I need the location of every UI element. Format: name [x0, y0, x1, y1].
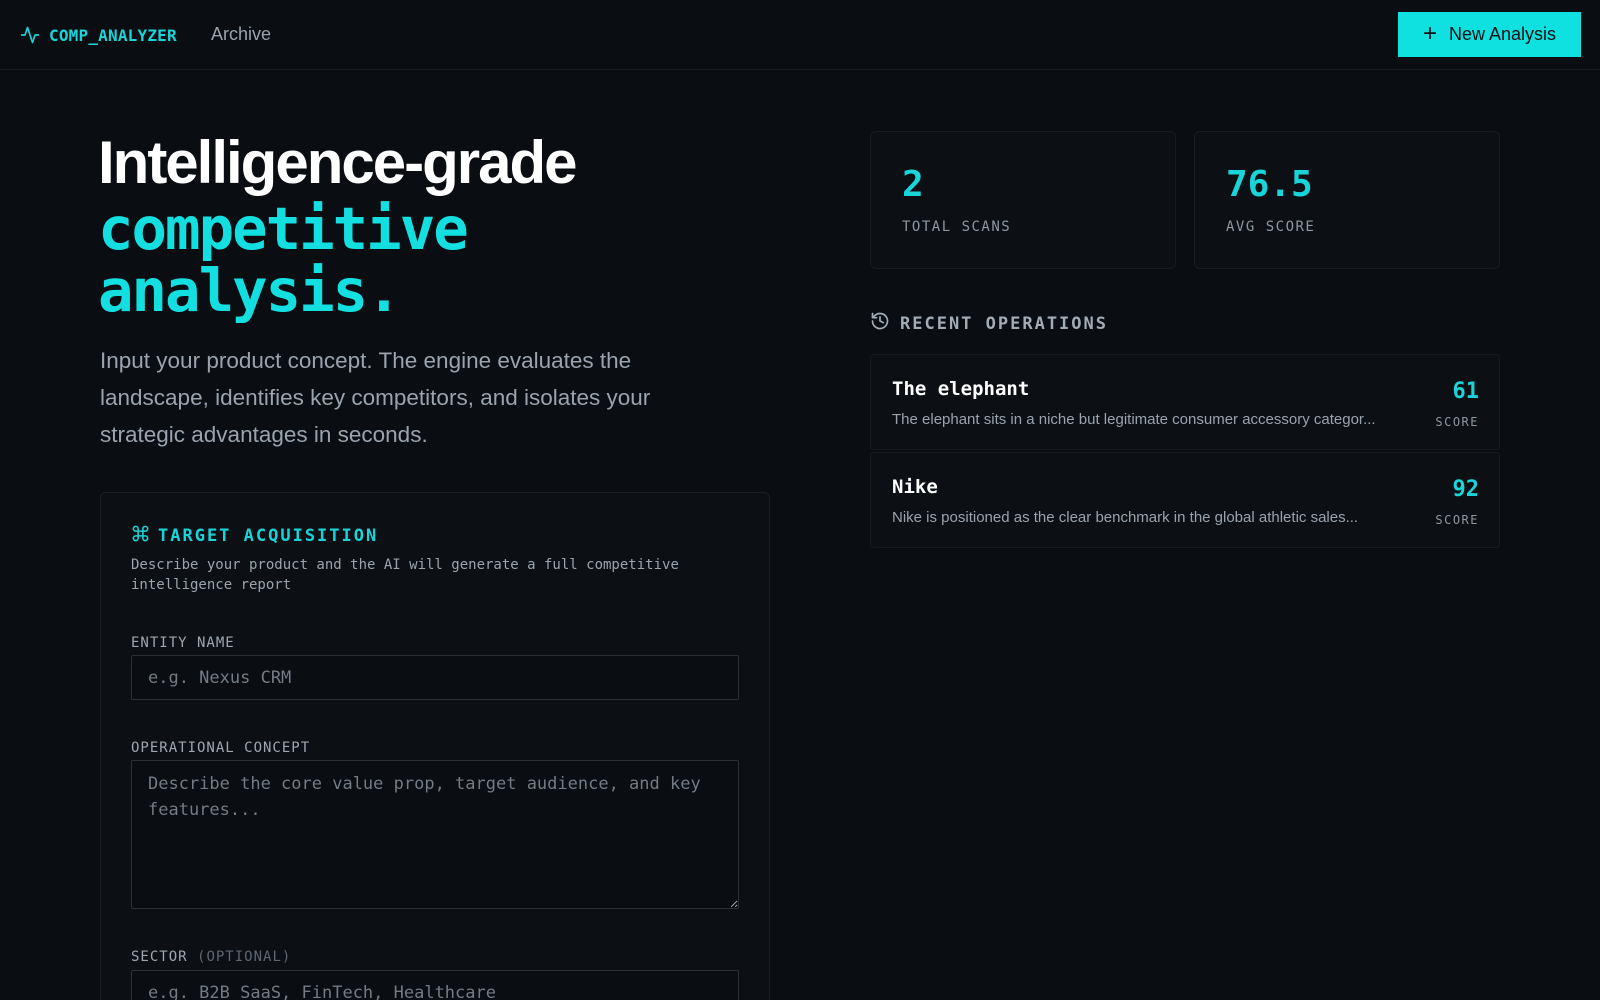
- operation-score-label: SCORE: [1435, 415, 1479, 429]
- operation-score: 61: [1452, 379, 1480, 404]
- recent-operations-text: RECENT OPERATIONS: [900, 313, 1108, 334]
- brand-logo[interactable]: COMP_ANALYZER: [20, 24, 177, 46]
- brand-name: COMP_ANALYZER: [49, 25, 177, 45]
- activity-pulse-icon: [20, 25, 40, 45]
- new-analysis-button[interactable]: + New Analysis: [1398, 12, 1581, 57]
- operation-description: Nike is positioned as the clear benchmar…: [892, 509, 1359, 526]
- hero-title-accent: competitive analysis.: [98, 194, 469, 325]
- entity-name-input[interactable]: [131, 655, 739, 700]
- form-title: TARGET ACQUISITION: [131, 524, 378, 548]
- total-scans-value: 2: [902, 164, 924, 205]
- plus-icon: +: [1422, 19, 1437, 47]
- total-scans-label: TOTAL SCANS: [902, 219, 1012, 235]
- form-subtitle: Describe your product and the AI will ge…: [131, 557, 679, 593]
- sector-input[interactable]: [131, 970, 739, 1000]
- operation-item-elephant[interactable]: The elephant The elephant sits in a nich…: [870, 354, 1500, 450]
- history-icon: [870, 311, 890, 336]
- operation-name: The elephant: [892, 378, 1030, 400]
- avg-score-card: 76.5 AVG SCORE: [1194, 131, 1500, 269]
- operational-concept-label: OPERATIONAL CONCEPT: [131, 740, 311, 756]
- form-title-text: TARGET ACQUISITION: [158, 526, 379, 546]
- sector-label-text: SECTOR: [131, 949, 188, 965]
- total-scans-card: 2 TOTAL SCANS: [870, 131, 1176, 269]
- hero-description: Input your product concept. The engine e…: [100, 348, 651, 447]
- avg-score-value: 76.5: [1226, 164, 1313, 205]
- operation-item-nike[interactable]: Nike Nike is positioned as the clear ben…: [870, 452, 1500, 548]
- new-analysis-label: New Analysis: [1448, 24, 1557, 44]
- operational-concept-textarea[interactable]: [131, 760, 739, 909]
- top-navigation-bar: COMP_ANALYZER Archive + New Analysis: [0, 0, 1600, 70]
- operation-score-label: SCORE: [1435, 513, 1479, 527]
- recent-operations-title: RECENT OPERATIONS: [870, 311, 1108, 336]
- entity-name-label: ENTITY NAME: [131, 635, 235, 651]
- operation-score: 92: [1452, 477, 1480, 502]
- avg-score-label: AVG SCORE: [1226, 219, 1316, 235]
- command-icon: [131, 524, 150, 548]
- hero-title: Intelligence-grade: [98, 129, 577, 196]
- operation-name: Nike: [892, 476, 938, 498]
- sector-optional-tag: (OPTIONAL): [197, 949, 292, 965]
- nav-archive-link[interactable]: Archive: [211, 24, 271, 45]
- sector-label: SECTOR (OPTIONAL): [131, 949, 291, 965]
- operation-description: The elephant sits in a niche but legitim…: [892, 411, 1376, 428]
